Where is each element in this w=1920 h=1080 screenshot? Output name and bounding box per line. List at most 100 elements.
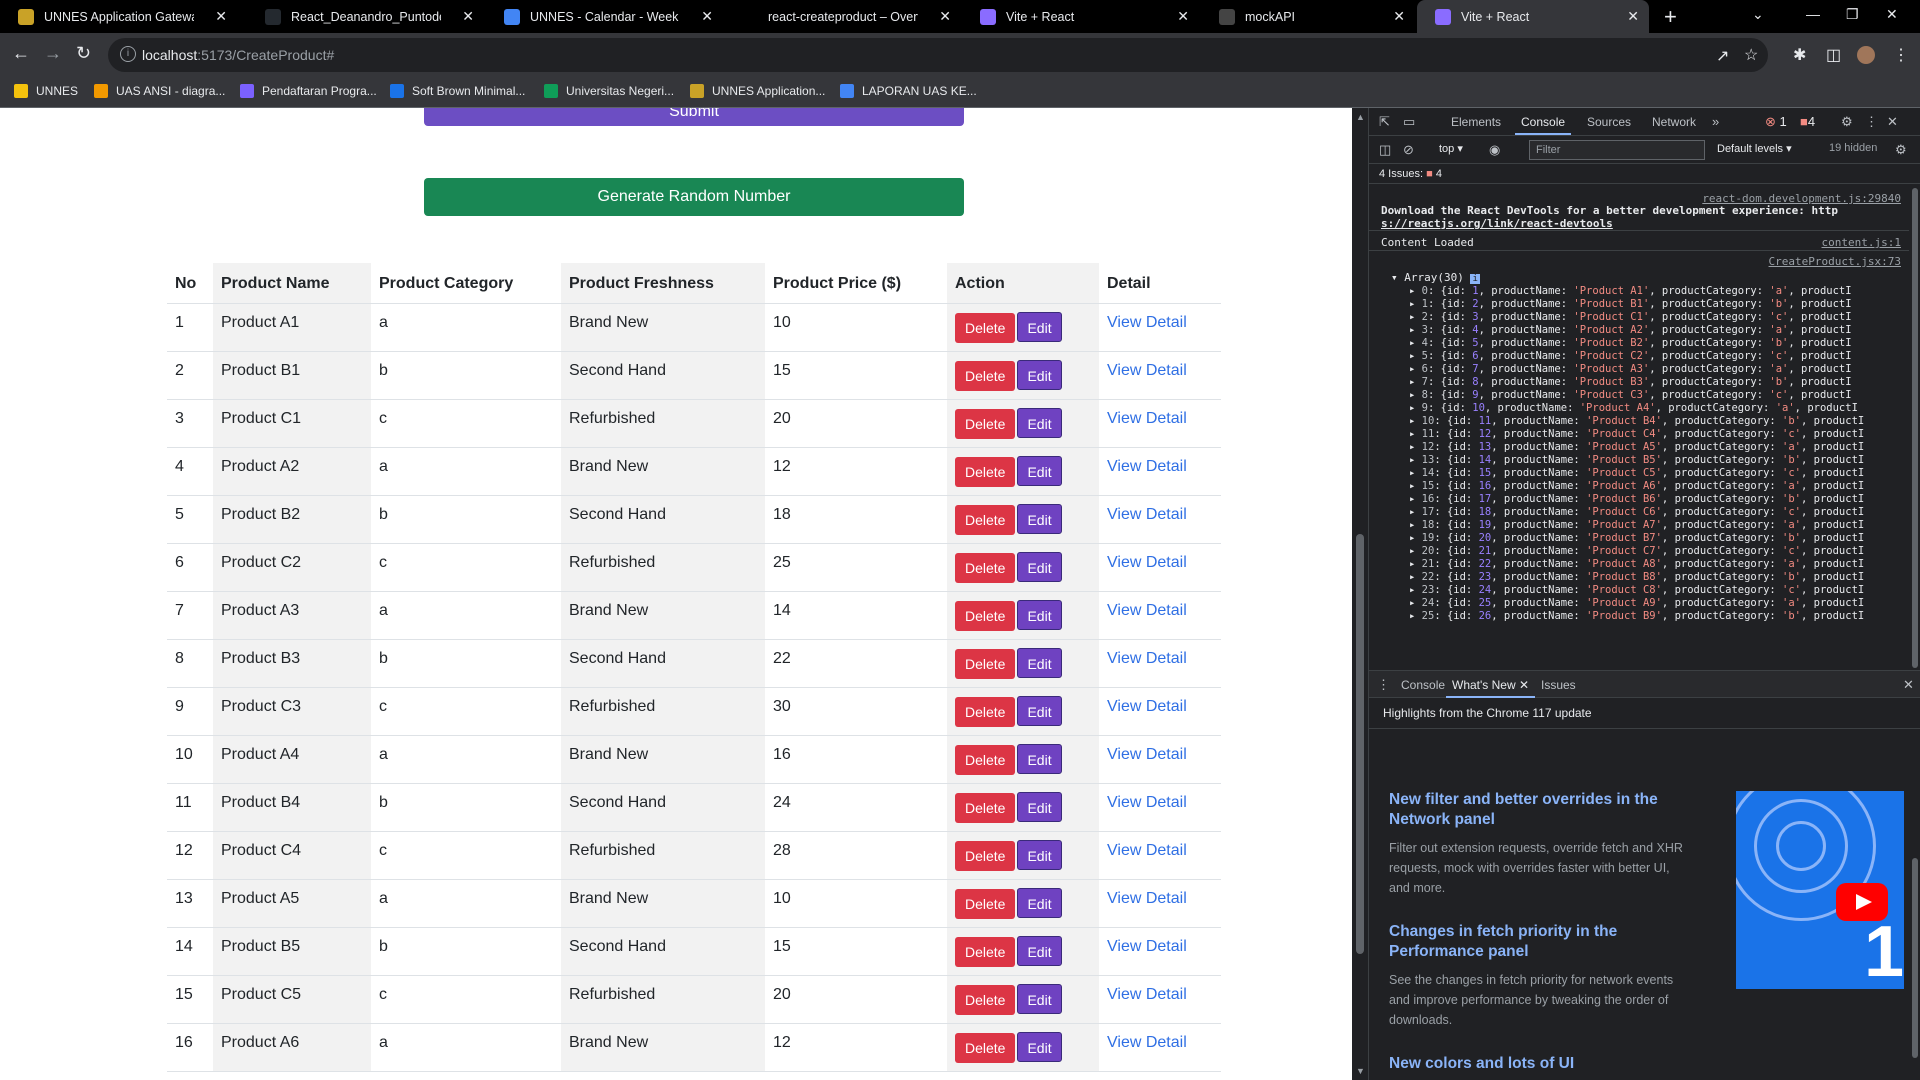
live-expression-eye-icon[interactable]: ◉ xyxy=(1489,142,1500,158)
site-info-icon[interactable]: i xyxy=(120,46,136,62)
edit-button[interactable]: Edit xyxy=(1017,839,1062,870)
expand-triangle-icon[interactable]: ▸ xyxy=(1409,454,1422,466)
tab-elements[interactable]: Elements xyxy=(1451,115,1501,129)
side-panel-icon[interactable]: ◫ xyxy=(1826,45,1841,65)
expand-triangle-icon[interactable]: ▸ xyxy=(1409,376,1422,388)
expand-triangle-icon[interactable]: ▾ xyxy=(1391,271,1398,284)
expand-triangle-icon[interactable]: ▸ xyxy=(1409,584,1422,596)
view-detail-link[interactable]: View Detail xyxy=(1107,986,1187,1003)
browser-tab[interactable]: UNNES - Calendar - Week of O ✕ xyxy=(486,0,723,33)
expand-triangle-icon[interactable]: ▸ xyxy=(1409,441,1422,453)
delete-button[interactable]: Delete xyxy=(955,504,1016,535)
delete-button[interactable]: Delete xyxy=(955,360,1016,391)
array-entry[interactable]: ▸ 3: {id: 4, productName: 'Product A2', … xyxy=(1409,324,1852,336)
array-entry[interactable]: ▸ 1: {id: 2, productName: 'Product B1', … xyxy=(1409,298,1852,310)
browser-tab[interactable]: mockAPI ✕ xyxy=(1201,0,1415,33)
avatar[interactable] xyxy=(1857,46,1875,64)
expand-triangle-icon[interactable]: ▸ xyxy=(1409,415,1422,427)
delete-button[interactable]: Delete xyxy=(955,744,1016,775)
expand-triangle-icon[interactable]: ▸ xyxy=(1409,402,1422,414)
edit-button[interactable]: Edit xyxy=(1017,791,1062,822)
tab-search-icon[interactable]: ⌄ xyxy=(1752,6,1764,23)
bookmark-star-icon[interactable]: ☆ xyxy=(1744,45,1758,65)
expand-triangle-icon[interactable]: ▸ xyxy=(1409,324,1422,336)
view-detail-link[interactable]: View Detail xyxy=(1107,650,1187,667)
url-text[interactable]: localhost:5173/CreateProduct# xyxy=(142,47,334,63)
drawer-tab-issues[interactable]: Issues xyxy=(1541,678,1576,692)
tab-console[interactable]: Console xyxy=(1514,115,1572,135)
whats-new-title[interactable]: New colors and lots of UI xyxy=(1389,1054,1689,1074)
delete-button[interactable]: Delete xyxy=(955,888,1016,919)
scrollbar-thumb[interactable] xyxy=(1356,534,1364,954)
browser-tab[interactable]: react-createproduct – Overview ✕ xyxy=(724,0,961,33)
bookmark-item[interactable]: LAPORAN UAS KE... xyxy=(840,84,977,98)
browser-tab[interactable]: Vite + React ✕ xyxy=(1417,0,1649,33)
close-tab-icon[interactable]: ✕ xyxy=(1393,8,1405,25)
edit-button[interactable]: Edit xyxy=(1017,599,1062,630)
array-entry[interactable]: ▸ 4: {id: 5, productName: 'Product B2', … xyxy=(1409,337,1852,349)
edit-button[interactable]: Edit xyxy=(1017,503,1062,534)
address-bar[interactable]: i localhost:5173/CreateProduct# ↗ ☆ xyxy=(108,38,1768,72)
more-tabs-icon[interactable]: » xyxy=(1712,114,1719,129)
delete-button[interactable]: Delete xyxy=(955,792,1016,823)
edit-button[interactable]: Edit xyxy=(1017,695,1062,726)
view-detail-link[interactable]: View Detail xyxy=(1107,698,1187,715)
array-entry[interactable]: ▸ 2: {id: 3, productName: 'Product C1', … xyxy=(1409,311,1852,323)
restore-icon[interactable]: ❐ xyxy=(1846,6,1859,23)
view-detail-link[interactable]: View Detail xyxy=(1107,410,1187,427)
whats-new-video-thumbnail[interactable]: 1 xyxy=(1736,791,1904,989)
expand-triangle-icon[interactable]: ▸ xyxy=(1409,467,1422,479)
context-select[interactable]: top ▾ xyxy=(1439,142,1463,155)
scrollbar-thumb[interactable] xyxy=(1912,858,1918,1058)
issues-bar[interactable]: 4 Issues: ■ 4 xyxy=(1369,164,1920,184)
view-detail-link[interactable]: View Detail xyxy=(1107,1034,1187,1051)
close-tab-icon[interactable]: ✕ xyxy=(215,8,227,25)
settings-gear-icon[interactable]: ⚙ xyxy=(1841,114,1853,130)
device-toolbar-icon[interactable]: ▭ xyxy=(1403,114,1415,130)
whats-new-item[interactable]: New filter and better overrides in the N… xyxy=(1389,790,1689,898)
delete-button[interactable]: Delete xyxy=(955,840,1016,871)
array-entry[interactable]: ▸ 13: {id: 14, productName: 'Product B5'… xyxy=(1409,454,1864,466)
edit-button[interactable]: Edit xyxy=(1017,743,1062,774)
array-entry[interactable]: ▸ 7: {id: 8, productName: 'Product B3', … xyxy=(1409,376,1852,388)
array-entry[interactable]: ▸ 17: {id: 18, productName: 'Product C6'… xyxy=(1409,506,1864,518)
forward-icon[interactable]: → xyxy=(44,43,62,64)
generate-random-number-button[interactable]: Generate Random Number xyxy=(424,178,964,216)
clear-console-icon[interactable]: ⊘ xyxy=(1403,142,1414,158)
expand-triangle-icon[interactable]: ▸ xyxy=(1409,350,1422,362)
array-entry[interactable]: ▸ 19: {id: 20, productName: 'Product B7'… xyxy=(1409,532,1864,544)
expand-triangle-icon[interactable]: ▸ xyxy=(1409,285,1422,297)
array-entry[interactable]: ▸ 22: {id: 23, productName: 'Product B8'… xyxy=(1409,571,1864,583)
expand-triangle-icon[interactable]: ▸ xyxy=(1409,389,1422,401)
expand-triangle-icon[interactable]: ▸ xyxy=(1409,610,1422,622)
edit-button[interactable]: Edit xyxy=(1017,935,1062,966)
delete-button[interactable]: Delete xyxy=(955,408,1016,439)
view-detail-link[interactable]: View Detail xyxy=(1107,458,1187,475)
error-count[interactable]: ⊗ 1 xyxy=(1765,114,1787,130)
array-entry[interactable]: ▸ 8: {id: 9, productName: 'Product C3', … xyxy=(1409,389,1852,401)
delete-button[interactable]: Delete xyxy=(955,648,1016,679)
view-detail-link[interactable]: View Detail xyxy=(1107,602,1187,619)
expand-triangle-icon[interactable]: ▸ xyxy=(1409,428,1422,440)
expand-triangle-icon[interactable]: ▸ xyxy=(1409,506,1422,518)
react-devtools-link[interactable]: s://reactjs.org/link/react-devtools xyxy=(1381,217,1613,230)
close-window-icon[interactable]: ✕ xyxy=(1886,6,1898,23)
sidebar-toggle-icon[interactable]: ◫ xyxy=(1379,142,1391,158)
view-detail-link[interactable]: View Detail xyxy=(1107,554,1187,571)
expand-triangle-icon[interactable]: ▸ xyxy=(1409,532,1422,544)
array-entry[interactable]: ▸ 25: {id: 26, productName: 'Product B9'… xyxy=(1409,610,1864,622)
delete-button[interactable]: Delete xyxy=(955,984,1016,1015)
close-tab-icon[interactable]: ✕ xyxy=(939,8,951,25)
edit-button[interactable]: Edit xyxy=(1017,407,1062,438)
bookmark-item[interactable]: UNNES Application... xyxy=(690,84,825,98)
view-detail-link[interactable]: View Detail xyxy=(1107,794,1187,811)
devtools-menu-icon[interactable]: ⋮ xyxy=(1865,114,1878,130)
edit-button[interactable]: Edit xyxy=(1017,359,1062,390)
array-entry[interactable]: ▸ 14: {id: 15, productName: 'Product C5'… xyxy=(1409,467,1864,479)
whats-new-item[interactable]: New colors and lots of UI xyxy=(1389,1054,1689,1074)
edit-button[interactable]: Edit xyxy=(1017,983,1062,1014)
delete-button[interactable]: Delete xyxy=(955,552,1016,583)
array-entry[interactable]: ▸ 12: {id: 13, productName: 'Product A5'… xyxy=(1409,441,1864,453)
expand-triangle-icon[interactable]: ▸ xyxy=(1409,311,1422,323)
array-entry[interactable]: ▸ 16: {id: 17, productName: 'Product B6'… xyxy=(1409,493,1864,505)
